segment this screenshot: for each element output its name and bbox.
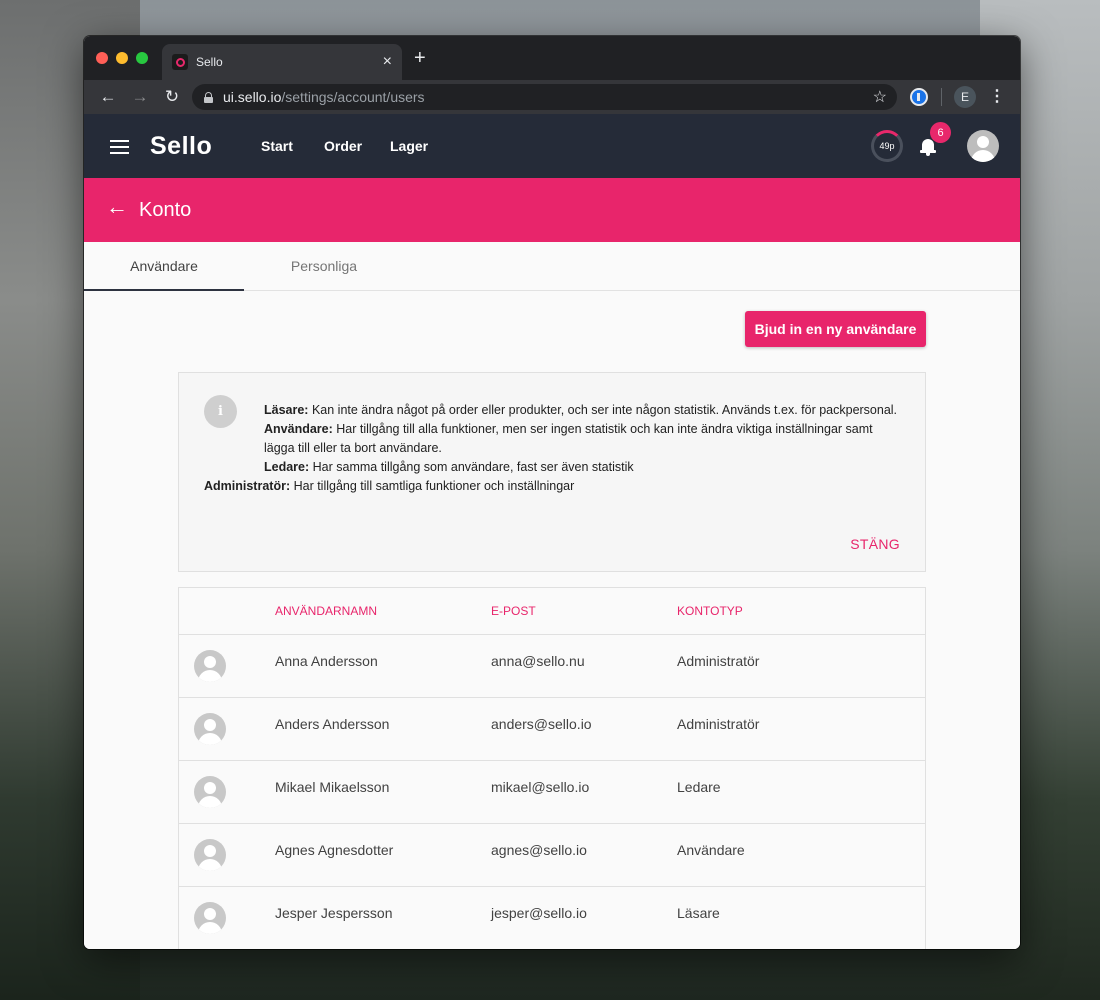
- cell-account-type: Användare: [677, 842, 745, 858]
- cell-email: anders@sello.io: [491, 716, 592, 732]
- brand-logo[interactable]: Sello: [150, 132, 212, 161]
- cell-username: Mikael Mikaelsson: [275, 779, 390, 795]
- forward-icon[interactable]: →: [124, 87, 156, 107]
- cell-username: Jesper Jespersson: [275, 905, 393, 921]
- nav-lager[interactable]: Lager: [390, 138, 428, 154]
- cell-email: anna@sello.nu: [491, 653, 585, 669]
- user-avatar-icon: [194, 902, 226, 934]
- table-row[interactable]: Mikael Mikaelsson mikael@sello.io Ledare: [179, 761, 925, 824]
- invite-user-button[interactable]: Bjud in en ny användare: [745, 311, 926, 347]
- app-header: Sello Start Order Lager 49p 6: [84, 114, 1020, 178]
- window-controls: [96, 52, 148, 64]
- minimize-window-button[interactable]: [116, 52, 128, 64]
- url-text: ui.sello.io/settings/account/users: [223, 89, 425, 105]
- cell-email: agnes@sello.io: [491, 842, 587, 858]
- role-reader: Läsare: Kan inte ändra något på order el…: [264, 403, 898, 417]
- browser-toolbar: ← → ↻ ui.sello.io/settings/account/users…: [84, 80, 1020, 114]
- table-row[interactable]: Jesper Jespersson jesper@sello.io Läsare: [179, 887, 925, 949]
- browser-tabbar: Sello × +: [84, 36, 1020, 80]
- tab-personal[interactable]: Personliga: [244, 242, 404, 290]
- browser-tab[interactable]: Sello ×: [162, 44, 402, 80]
- profile-avatar[interactable]: E: [954, 86, 976, 108]
- back-icon[interactable]: ←: [92, 87, 124, 107]
- address-bar[interactable]: ui.sello.io/settings/account/users ☆: [192, 84, 897, 110]
- column-header-email[interactable]: E-POST: [491, 604, 536, 618]
- user-avatar-icon: [194, 650, 226, 682]
- cell-account-type: Läsare: [677, 905, 720, 921]
- back-arrow-icon[interactable]: ←: [106, 196, 128, 218]
- cell-account-type: Administratör: [677, 653, 760, 669]
- browser-menu-icon[interactable]: ⋮: [989, 86, 1005, 108]
- user-avatar-icon: [194, 713, 226, 745]
- page-title: Konto: [139, 199, 192, 221]
- main-content: Bjud in en ny användare i Läsare: Kan in…: [84, 291, 1020, 949]
- role-admin: Administratör: Har tillgång till samtlig…: [204, 479, 575, 493]
- tab-close-icon[interactable]: ×: [383, 54, 392, 70]
- column-header-username[interactable]: ANVÄNDARNAMN: [275, 604, 377, 618]
- credits-indicator[interactable]: 49p: [871, 130, 903, 162]
- hamburger-menu-icon[interactable]: [110, 140, 129, 154]
- nav-start[interactable]: Start: [261, 138, 293, 154]
- browser-window: Sello × + ← → ↻ ui.sello.io/settings/acc…: [84, 36, 1020, 949]
- toolbar-divider: [941, 88, 942, 106]
- user-avatar-icon: [194, 839, 226, 871]
- bookmark-star-icon[interactable]: ☆: [873, 87, 887, 107]
- cell-username: Anders Andersson: [275, 716, 390, 732]
- maximize-window-button[interactable]: [136, 52, 148, 64]
- role-leader: Ledare: Har samma tillgång som användare…: [264, 460, 634, 474]
- role-user: Användare: Har tillgång till alla funkti…: [264, 422, 873, 455]
- cell-account-type: Ledare: [677, 779, 721, 795]
- reload-icon[interactable]: ↻: [156, 87, 188, 107]
- tab-users[interactable]: Användare: [84, 242, 244, 291]
- new-tab-button[interactable]: +: [414, 48, 426, 68]
- cell-email: jesper@sello.io: [491, 905, 587, 921]
- roles-info-box: i Läsare: Kan inte ändra något på order …: [178, 372, 926, 572]
- sello-favicon-icon: [172, 54, 188, 70]
- table-header: ANVÄNDARNAMN E-POST KONTOTYP: [179, 588, 925, 635]
- nav-order[interactable]: Order: [324, 138, 362, 154]
- tab-title: Sello: [196, 55, 223, 69]
- url-path: /settings/account/users: [281, 89, 425, 105]
- table-row[interactable]: Agnes Agnesdotter agnes@sello.io Använda…: [179, 824, 925, 887]
- notification-count-badge: 6: [930, 122, 951, 143]
- user-avatar[interactable]: [967, 130, 999, 162]
- cell-username: Agnes Agnesdotter: [275, 842, 394, 858]
- table-row[interactable]: Anna Andersson anna@sello.nu Administrat…: [179, 635, 925, 698]
- close-window-button[interactable]: [96, 52, 108, 64]
- users-table: ANVÄNDARNAMN E-POST KONTOTYP Anna Anders…: [178, 587, 926, 949]
- lock-icon: [204, 91, 213, 103]
- user-avatar-icon: [194, 776, 226, 808]
- account-tabs: Användare Personliga: [84, 242, 1020, 291]
- page-header: ← Konto: [84, 178, 1020, 242]
- close-info-button[interactable]: STÄNG: [850, 536, 900, 552]
- url-host: ui.sello.io: [223, 89, 282, 105]
- roles-description: Läsare: Kan inte ändra något på order el…: [204, 401, 904, 496]
- cell-email: mikael@sello.io: [491, 779, 590, 795]
- cell-username: Anna Andersson: [275, 653, 378, 669]
- column-header-account-type[interactable]: KONTOTYP: [677, 604, 743, 618]
- password-manager-extension-icon[interactable]: [910, 88, 928, 106]
- cell-account-type: Administratör: [677, 716, 760, 732]
- table-row[interactable]: Anders Andersson anders@sello.io Adminis…: [179, 698, 925, 761]
